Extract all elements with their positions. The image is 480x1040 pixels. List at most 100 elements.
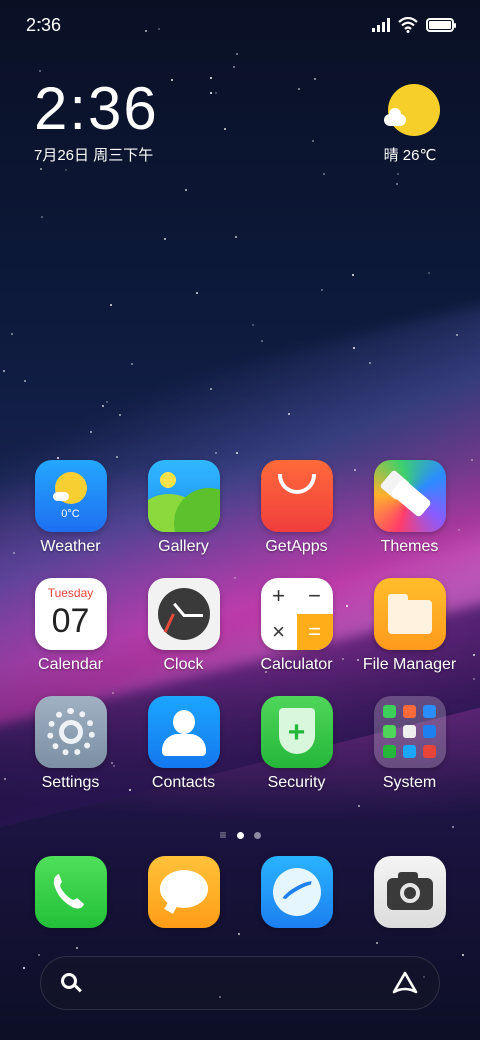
app-security[interactable]: + Security: [240, 696, 353, 792]
widget-time: 2:36: [34, 75, 159, 142]
star: [252, 324, 254, 326]
shield-plus: +: [287, 716, 306, 749]
star: [473, 678, 475, 680]
star: [119, 414, 121, 416]
themes-icon: [373, 460, 446, 532]
browser-icon[interactable]: [260, 856, 333, 928]
search-bar[interactable]: [40, 956, 440, 1010]
page-indicator[interactable]: ≡: [0, 828, 480, 842]
app-label: Calculator: [260, 656, 333, 673]
message-icon[interactable]: [147, 856, 220, 928]
star: [352, 274, 354, 276]
star: [65, 169, 67, 171]
clock-icon: [147, 578, 220, 650]
star: [235, 236, 237, 238]
star: [396, 183, 398, 185]
calculator-icon: + − × =: [260, 578, 333, 650]
star: [376, 942, 378, 944]
star: [41, 216, 43, 218]
calc-key-plus: +: [272, 583, 285, 608]
app-label: Gallery: [158, 538, 209, 555]
star: [171, 79, 173, 81]
star: [210, 92, 212, 94]
gear-icon: [34, 696, 107, 768]
star: [23, 967, 25, 969]
app-label: Contacts: [151, 774, 216, 791]
app-label: System: [382, 774, 437, 791]
star: [131, 363, 133, 365]
wifi-icon: [398, 17, 418, 33]
shield-icon: +: [260, 696, 333, 768]
star: [210, 388, 212, 390]
signal-icon: [372, 18, 390, 32]
star: [312, 140, 314, 142]
star: [224, 128, 226, 130]
app-calendar[interactable]: Tuesday 07 Calendar: [14, 578, 127, 674]
folder-grid-icon: [373, 696, 446, 768]
sun-cloud-icon: [384, 84, 440, 136]
app-contacts[interactable]: Contacts: [127, 696, 240, 792]
calc-key-equals: =: [296, 614, 333, 650]
app-gallery[interactable]: Gallery: [127, 460, 240, 556]
star: [456, 334, 458, 336]
calendar-icon: Tuesday 07: [34, 578, 107, 650]
star: [288, 413, 290, 415]
app-themes[interactable]: Themes: [353, 460, 466, 556]
widget-date: 7月26日 周三下午: [34, 147, 154, 164]
weather-widget[interactable]: 晴 26℃: [384, 84, 444, 165]
folder-icon: [373, 578, 446, 650]
star: [473, 654, 475, 656]
app-system-folder[interactable]: System: [353, 696, 466, 792]
battery-icon: [426, 18, 456, 32]
star: [462, 954, 464, 956]
app-weather[interactable]: 0°C Weather: [14, 460, 127, 556]
calendar-icon-day: Tuesday: [47, 586, 94, 600]
star: [323, 173, 325, 175]
app-label: File Manager: [362, 656, 457, 673]
star: [40, 168, 42, 170]
phone-icon[interactable]: [34, 856, 107, 928]
calc-key-minus: −: [308, 583, 321, 608]
star: [210, 77, 212, 79]
page-dot-active[interactable]: [236, 831, 244, 839]
star: [471, 459, 473, 461]
page-dot[interactable]: [253, 831, 261, 839]
weather-icon-temp: 0°C: [61, 508, 80, 520]
star: [39, 70, 41, 72]
star: [110, 304, 112, 306]
star: [233, 66, 235, 68]
app-label: Security: [267, 774, 326, 791]
star: [116, 456, 118, 458]
app-settings[interactable]: Settings: [14, 696, 127, 792]
page-menu-icon[interactable]: ≡: [219, 828, 226, 842]
star: [215, 92, 217, 94]
star: [369, 362, 371, 364]
status-time: 2:36: [26, 14, 62, 35]
clock-widget[interactable]: 2:36 7月26日 周三下午: [34, 78, 159, 165]
star: [397, 173, 399, 175]
star: [90, 431, 92, 433]
star: [4, 778, 6, 780]
star: [24, 380, 26, 382]
camera-icon[interactable]: [373, 856, 446, 928]
star: [353, 347, 355, 349]
search-icon[interactable]: [61, 973, 82, 993]
star: [76, 947, 78, 949]
app-calculator[interactable]: + − × = Calculator: [240, 578, 353, 674]
calc-key-times: ×: [272, 619, 285, 644]
star: [358, 805, 360, 807]
app-label: GetApps: [265, 538, 328, 555]
app-file-manager[interactable]: File Manager: [353, 578, 466, 674]
dock: [14, 856, 466, 928]
star: [428, 272, 430, 274]
app-clock[interactable]: Clock: [127, 578, 240, 674]
app-getapps[interactable]: GetApps: [240, 460, 353, 556]
star: [3, 370, 5, 372]
gallery-icon: [147, 460, 220, 532]
star: [314, 78, 316, 80]
star: [106, 401, 108, 403]
star: [261, 340, 263, 342]
star: [236, 53, 238, 55]
assistant-icon[interactable]: [391, 970, 419, 996]
star: [38, 954, 40, 956]
